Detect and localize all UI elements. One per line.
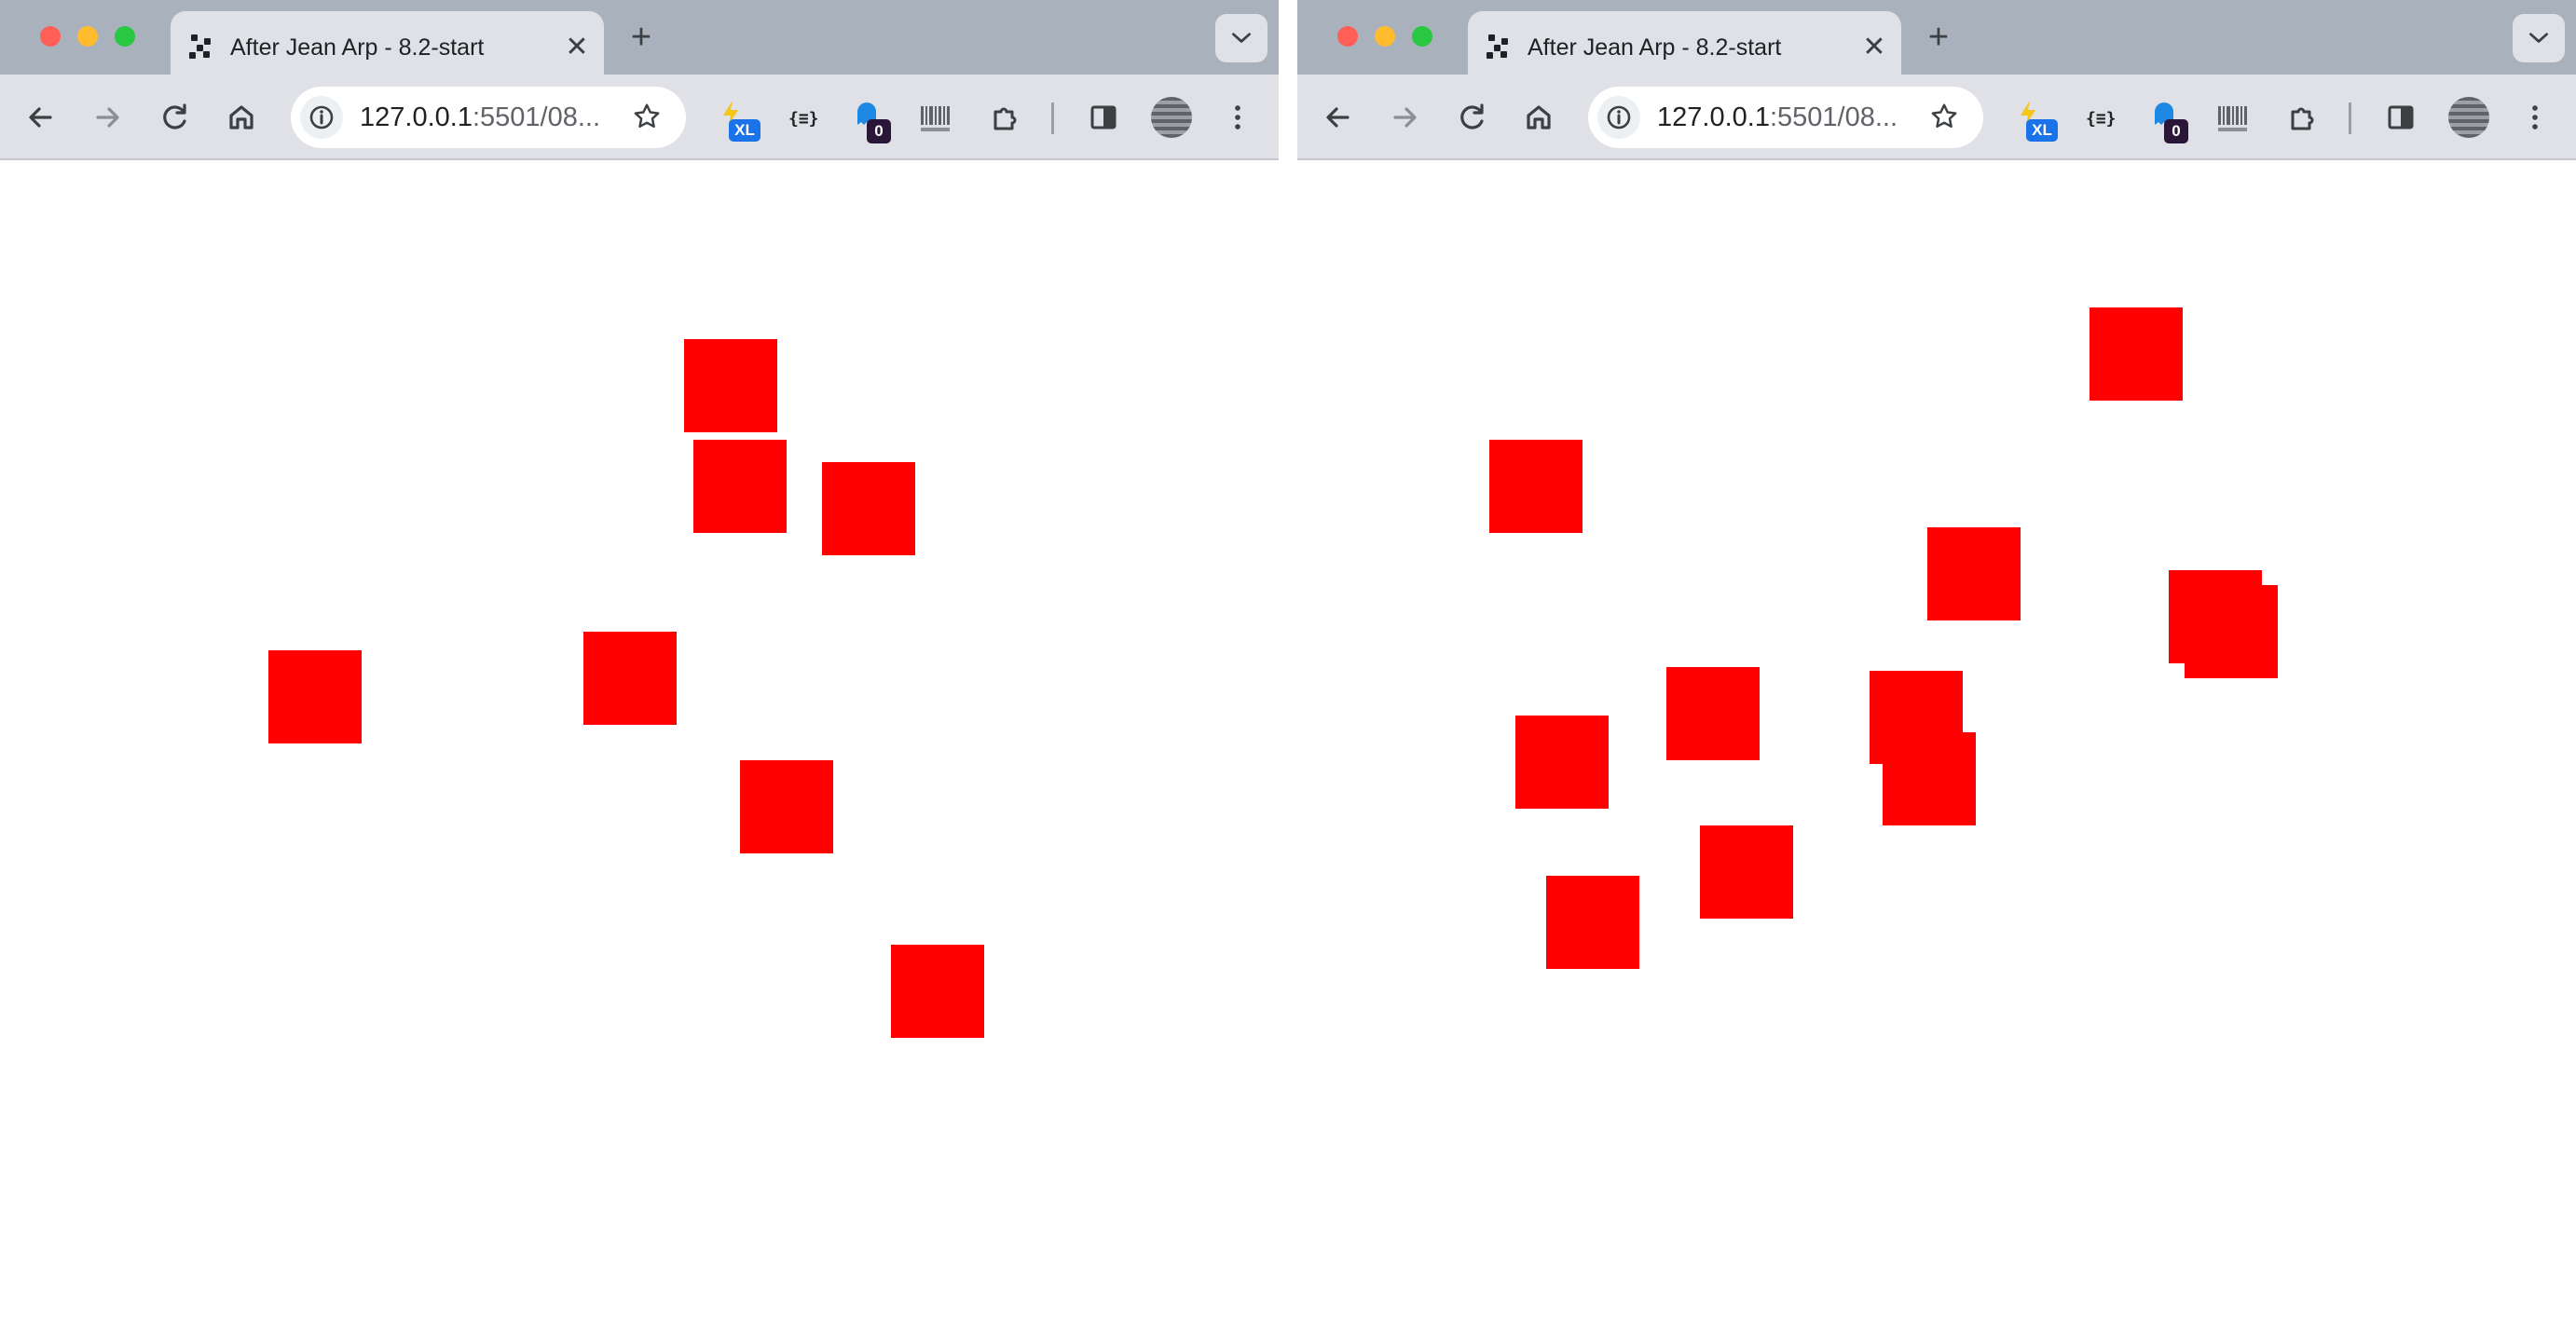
avatar-icon[interactable] (2448, 97, 2489, 138)
puzzle-icon[interactable] (2285, 101, 2319, 134)
red-square (1883, 732, 1976, 825)
kebab-menu-icon[interactable] (1221, 101, 1254, 134)
tab-title: After Jean Arp - 8.2-start (230, 34, 485, 61)
red-square (740, 760, 833, 853)
info-icon[interactable] (1597, 96, 1640, 139)
toolbar-separator (2349, 102, 2351, 134)
active-tab[interactable]: After Jean Arp - 8.2-start ✕ (1468, 11, 1901, 75)
browser-window-right: After Jean Arp - 8.2-start ✕ + 127.0.0.1… (1297, 0, 2576, 1336)
red-square (1546, 876, 1639, 969)
new-tab-button[interactable]: + (1920, 19, 1957, 56)
reload-icon[interactable] (158, 101, 191, 134)
active-tab[interactable]: After Jean Arp - 8.2-start ✕ (171, 11, 604, 75)
tab-search-button[interactable] (1215, 14, 1267, 62)
json-viewer-extension-icon[interactable]: {≡} (788, 99, 826, 140)
red-square (2090, 307, 2183, 401)
ghost-extension-icon[interactable]: 0 (2151, 99, 2194, 143)
json-viewer-extension-icon[interactable]: {≡} (2086, 99, 2123, 140)
red-square (822, 462, 915, 555)
red-square (684, 339, 777, 432)
barcode-extension-icon[interactable] (919, 99, 956, 140)
window-minimize-button[interactable] (1375, 26, 1395, 47)
star-icon[interactable] (1929, 102, 1961, 138)
red-square (1927, 527, 2021, 620)
home-icon[interactable] (225, 101, 258, 134)
red-square (1666, 667, 1760, 760)
avatar-icon[interactable] (1151, 97, 1192, 138)
red-square (1489, 440, 1583, 533)
star-icon[interactable] (632, 102, 664, 138)
new-tab-button[interactable]: + (623, 19, 660, 56)
red-square (583, 632, 677, 725)
page-canvas (1297, 162, 2576, 1336)
tab-strip: After Jean Arp - 8.2-start ✕ + (0, 0, 1279, 75)
red-square (891, 945, 984, 1038)
favicon-icon (1485, 33, 1513, 61)
puzzle-icon[interactable] (988, 101, 1021, 134)
red-square (268, 650, 362, 743)
side-panel-icon[interactable] (2384, 101, 2418, 134)
tab-strip: After Jean Arp - 8.2-start ✕ + (1297, 0, 2576, 75)
tab-title: After Jean Arp - 8.2-start (1528, 34, 1782, 61)
red-square (2185, 585, 2278, 678)
favicon-icon (187, 33, 215, 61)
home-icon[interactable] (1522, 101, 1555, 134)
red-square (693, 440, 787, 533)
red-square (1700, 825, 1793, 919)
tab-close-button[interactable]: ✕ (1858, 32, 1890, 63)
browser-toolbar: 127.0.0.1:5501/08... XL {≡} 0 (1297, 75, 2576, 160)
window-minimize-button[interactable] (77, 26, 98, 47)
xl-extension-icon[interactable]: XL (718, 99, 764, 142)
url-text[interactable]: 127.0.0.1:5501/08... (360, 87, 600, 148)
page-canvas (0, 162, 1279, 1336)
address-bar[interactable]: 127.0.0.1:5501/08... (291, 87, 686, 148)
window-maximize-button[interactable] (1412, 26, 1432, 47)
browser-window-left: After Jean Arp - 8.2-start ✕ + 127.0.0.1… (0, 0, 1279, 1336)
red-square (1515, 716, 1609, 809)
browser-toolbar: 127.0.0.1:5501/08... XL {≡} 0 (0, 75, 1279, 160)
window-close-button[interactable] (1337, 26, 1358, 47)
address-bar[interactable]: 127.0.0.1:5501/08... (1588, 87, 1983, 148)
back-arrow-icon[interactable] (1322, 101, 1355, 134)
kebab-menu-icon[interactable] (2518, 101, 2552, 134)
forward-arrow-icon[interactable] (90, 101, 124, 134)
reload-icon[interactable] (1455, 101, 1488, 134)
barcode-extension-icon[interactable] (2216, 99, 2254, 140)
back-arrow-icon[interactable] (24, 101, 58, 134)
forward-arrow-icon[interactable] (1388, 101, 1421, 134)
window-close-button[interactable] (40, 26, 61, 47)
xl-extension-icon[interactable]: XL (2015, 99, 2062, 142)
toolbar-separator (1051, 102, 1054, 134)
window-maximize-button[interactable] (115, 26, 135, 47)
side-panel-icon[interactable] (1087, 101, 1120, 134)
ghost-extension-icon[interactable]: 0 (854, 99, 897, 143)
tab-close-button[interactable]: ✕ (561, 32, 593, 63)
tab-search-button[interactable] (2513, 14, 2565, 62)
url-text[interactable]: 127.0.0.1:5501/08... (1657, 87, 1898, 148)
info-icon[interactable] (300, 96, 343, 139)
